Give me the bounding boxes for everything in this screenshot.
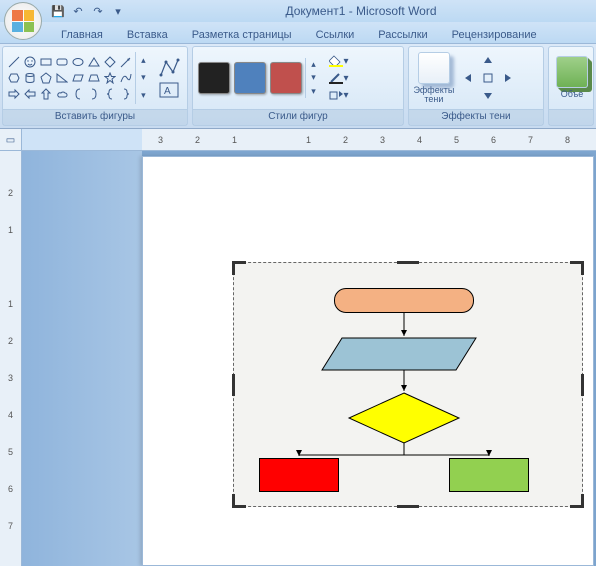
nudge-down-icon[interactable] bbox=[479, 87, 497, 103]
nudge-up-icon[interactable] bbox=[479, 53, 497, 69]
gallery-scroll[interactable]: ▴ ▾ ▾ bbox=[135, 52, 151, 104]
shadow-toggle-icon[interactable] bbox=[479, 70, 497, 86]
resize-handle-right[interactable] bbox=[581, 374, 584, 396]
resize-handle-br[interactable] bbox=[570, 494, 584, 508]
shape-arrow-r-icon[interactable] bbox=[7, 87, 21, 101]
shape-curve-icon[interactable] bbox=[119, 71, 133, 85]
horizontal-ruler[interactable]: 32112345678 bbox=[142, 129, 596, 150]
shape-arrow-line-icon[interactable] bbox=[119, 55, 133, 69]
shape-brace-l-icon[interactable] bbox=[103, 87, 117, 101]
resize-handle-bl[interactable] bbox=[232, 494, 246, 508]
cube-icon bbox=[556, 56, 588, 88]
edit-shape-icon[interactable] bbox=[158, 57, 180, 79]
shape-roundrect-icon[interactable] bbox=[55, 55, 69, 69]
shape-parallelogram-icon[interactable] bbox=[71, 71, 85, 85]
shadow-effects-button[interactable]: Эффекты тени bbox=[413, 50, 455, 107]
title-bar: 💾 ↶ ↷ ▾ Документ1 - Microsoft Word bbox=[0, 0, 596, 22]
window-title: Документ1 - Microsoft Word bbox=[126, 4, 596, 18]
svg-text:A: A bbox=[164, 86, 171, 97]
ribbon: ▴▾▾ A Вставить фигуры ▴▾▾ ▾ ▾ ▾ Стили фи… bbox=[0, 44, 596, 129]
scroll-up-icon[interactable]: ▴ bbox=[311, 59, 316, 70]
shape-arrow-u-icon[interactable] bbox=[39, 87, 53, 101]
shadow-nudge-grid bbox=[460, 53, 516, 103]
3d-label: Объе bbox=[561, 90, 584, 99]
group-label-shape-styles: Стили фигур bbox=[193, 109, 403, 125]
group-3d: Объе bbox=[548, 46, 594, 126]
style-swatch-1[interactable] bbox=[198, 62, 230, 94]
shape-bracket-r-icon[interactable] bbox=[87, 87, 101, 101]
shape-star-icon[interactable] bbox=[103, 71, 117, 85]
tab-layout[interactable]: Разметка страницы bbox=[181, 25, 303, 43]
shape-gallery[interactable] bbox=[7, 55, 133, 101]
shape-diamond-icon[interactable] bbox=[103, 55, 117, 69]
resize-handle-left[interactable] bbox=[232, 374, 235, 396]
ribbon-tabs: Главная Вставка Разметка страницы Ссылки… bbox=[0, 22, 596, 44]
shape-outline-button[interactable]: ▾ bbox=[326, 70, 352, 86]
undo-icon[interactable]: ↶ bbox=[70, 3, 86, 19]
style-swatch-2[interactable] bbox=[234, 62, 266, 94]
3d-effects-button[interactable]: Объе bbox=[553, 54, 591, 101]
page[interactable] bbox=[142, 156, 594, 566]
vertical-ruler[interactable]: 211234567 bbox=[0, 151, 22, 566]
quick-access-toolbar: 💾 ↶ ↷ ▾ bbox=[50, 3, 126, 19]
flowchart-process-right[interactable] bbox=[449, 458, 529, 492]
shape-fill-button[interactable]: ▾ bbox=[326, 53, 352, 69]
group-label-shadow: Эффекты тени bbox=[409, 109, 543, 125]
scroll-up-icon[interactable]: ▴ bbox=[141, 55, 146, 66]
scroll-down-icon[interactable]: ▾ bbox=[311, 72, 316, 83]
text-box-icon[interactable]: A bbox=[158, 81, 180, 99]
style-swatch-3[interactable] bbox=[270, 62, 302, 94]
shape-rect-icon[interactable] bbox=[39, 55, 53, 69]
document-area: 211234567 bbox=[0, 151, 596, 566]
tab-home[interactable]: Главная bbox=[50, 25, 114, 43]
shape-arrow-l-icon[interactable] bbox=[23, 87, 37, 101]
resize-handle-tl[interactable] bbox=[232, 261, 246, 275]
office-button[interactable] bbox=[4, 2, 42, 40]
nudge-left-icon[interactable] bbox=[460, 70, 478, 86]
nudge-right-icon[interactable] bbox=[498, 70, 516, 86]
shape-hex-icon[interactable] bbox=[7, 71, 21, 85]
shadow-effects-label: Эффекты тени bbox=[413, 86, 454, 105]
shape-brace-r-icon[interactable] bbox=[119, 87, 133, 101]
tab-mailings[interactable]: Рассылки bbox=[367, 25, 438, 43]
group-shadow-effects: Эффекты тени Эффекты тени bbox=[408, 46, 544, 126]
tab-references[interactable]: Ссылки bbox=[305, 25, 366, 43]
redo-icon[interactable]: ↷ bbox=[90, 3, 106, 19]
shape-oval-icon[interactable] bbox=[71, 55, 85, 69]
save-icon[interactable]: 💾 bbox=[50, 3, 66, 19]
tab-review[interactable]: Рецензирование bbox=[441, 25, 548, 43]
gallery-more-icon[interactable]: ▾ bbox=[311, 86, 316, 97]
shape-righttri-icon[interactable] bbox=[55, 71, 69, 85]
scroll-down-icon[interactable]: ▾ bbox=[141, 72, 146, 83]
office-logo-icon bbox=[12, 10, 34, 32]
shape-smiley-icon[interactable] bbox=[23, 55, 37, 69]
shape-cylinder-icon[interactable] bbox=[23, 71, 37, 85]
flowchart-terminator[interactable] bbox=[334, 288, 474, 313]
group-label-3d bbox=[549, 109, 593, 125]
drawing-canvas[interactable] bbox=[233, 262, 583, 507]
gallery-more-icon[interactable]: ▾ bbox=[141, 90, 146, 101]
shape-cloud-icon[interactable] bbox=[55, 87, 69, 101]
flowchart-process-left[interactable] bbox=[259, 458, 339, 492]
ruler-corner-icon[interactable]: ▭ bbox=[0, 129, 22, 151]
tab-insert[interactable]: Вставка bbox=[116, 25, 179, 43]
change-shape-button[interactable]: ▾ bbox=[326, 87, 352, 103]
shape-bracket-l-icon[interactable] bbox=[71, 87, 85, 101]
shadow-preview-icon bbox=[418, 52, 450, 84]
qat-dropdown-icon[interactable]: ▾ bbox=[110, 3, 126, 19]
shape-trapezoid-icon[interactable] bbox=[87, 71, 101, 85]
resize-handle-tr[interactable] bbox=[570, 261, 584, 275]
group-label-insert-shapes: Вставить фигуры bbox=[3, 109, 187, 125]
group-insert-shapes: ▴ ▾ ▾ A Вставить фигуры bbox=[2, 46, 188, 126]
group-shape-styles: ▴▾▾ ▾ ▾ ▾ Стили фигур bbox=[192, 46, 404, 126]
styles-more[interactable]: ▴ ▾ ▾ bbox=[305, 58, 321, 98]
resize-handle-bottom[interactable] bbox=[397, 505, 419, 508]
left-margin-area bbox=[22, 151, 142, 566]
shape-line-icon[interactable] bbox=[7, 55, 21, 69]
resize-handle-top[interactable] bbox=[397, 261, 419, 264]
horizontal-ruler-bar: ▭ 32112345678 bbox=[0, 129, 596, 151]
shape-pentagon-icon[interactable] bbox=[39, 71, 53, 85]
shape-triangle-icon[interactable] bbox=[87, 55, 101, 69]
